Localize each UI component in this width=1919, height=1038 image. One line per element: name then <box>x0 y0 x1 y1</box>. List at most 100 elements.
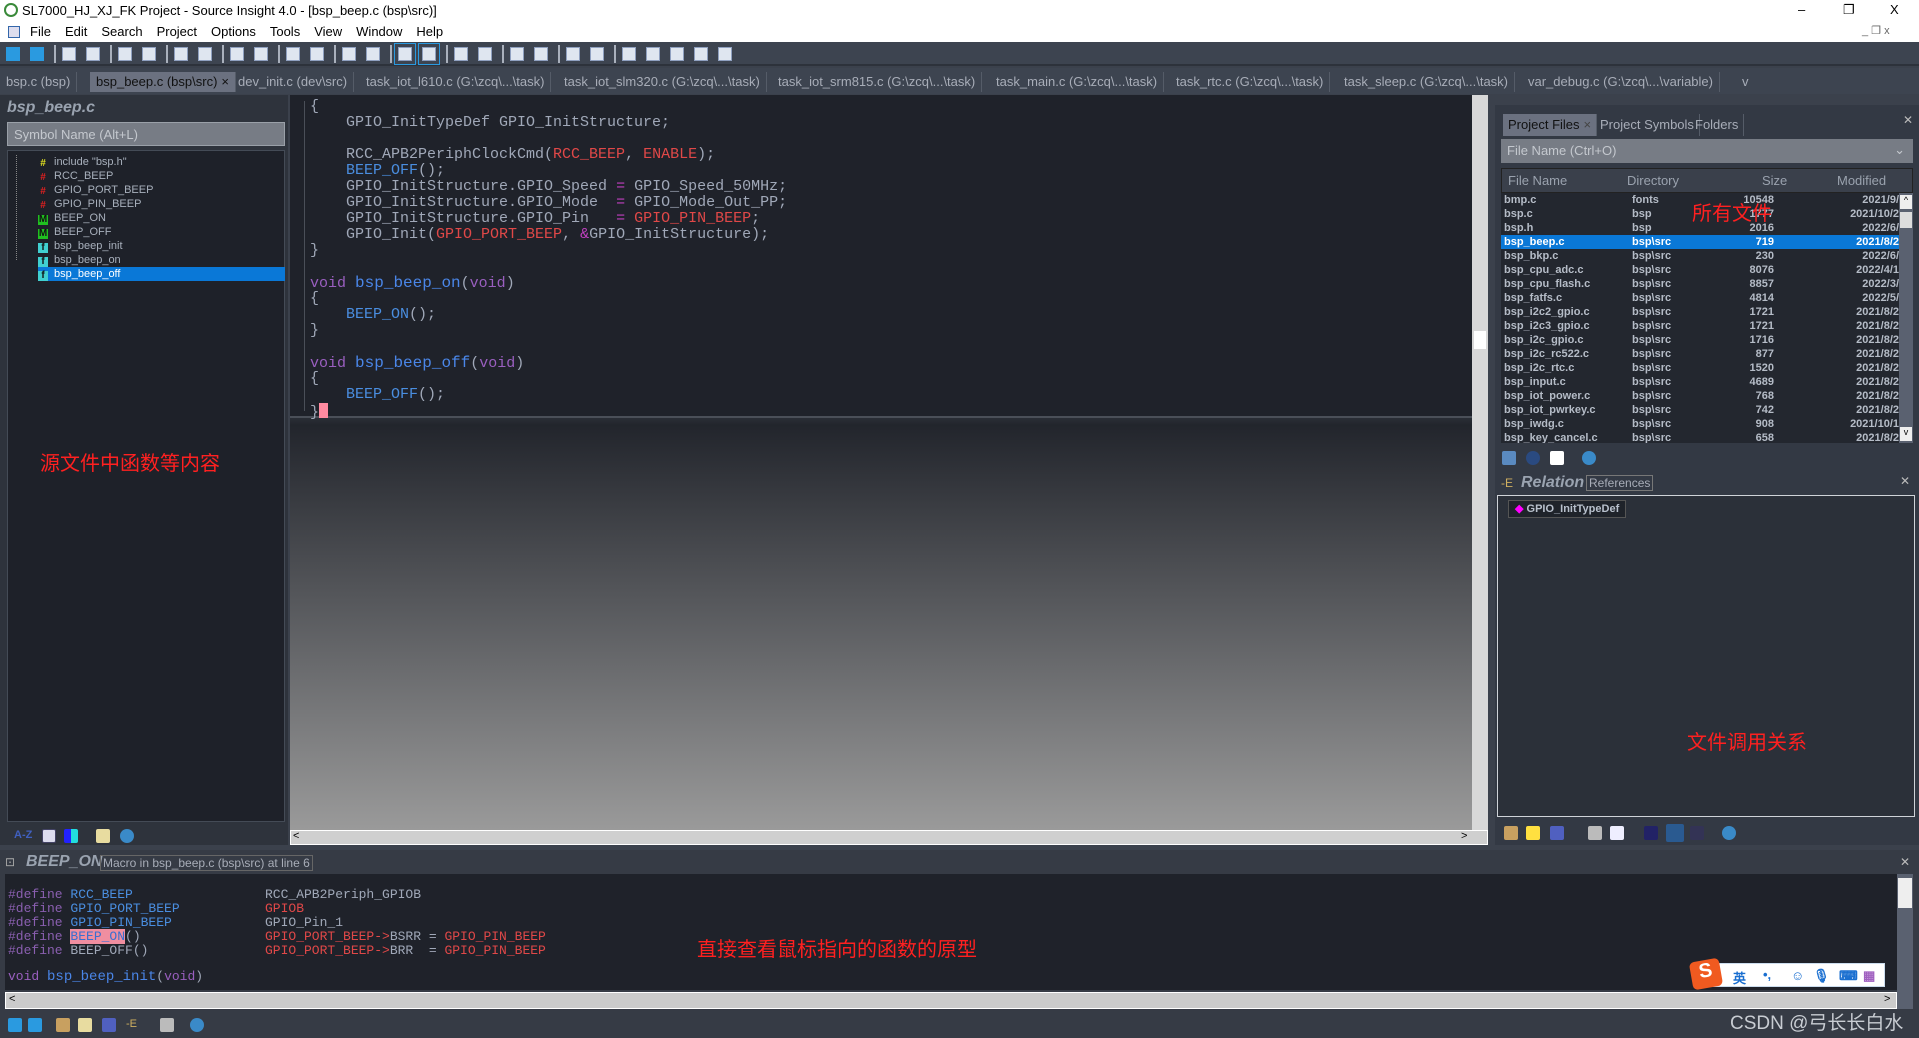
back-icon[interactable] <box>6 47 20 61</box>
bookmark-e-icon[interactable] <box>718 47 732 61</box>
column-header[interactable]: Directory <box>1627 173 1679 188</box>
scroll-right-icon[interactable]: > <box>1461 830 1467 842</box>
refresh-icon[interactable] <box>1610 826 1624 840</box>
context-horizontal-scrollbar[interactable]: < > <box>5 992 1897 1009</box>
ime-toolbar[interactable]: S 英 •, ☺ 🎙 ⌨ ▦ <box>1688 957 1885 991</box>
bookmark-c-icon[interactable] <box>670 47 684 61</box>
gear-icon[interactable] <box>1582 451 1596 465</box>
lock-icon[interactable] <box>1588 826 1602 840</box>
bookmark-a-icon[interactable] <box>622 47 636 61</box>
code-view[interactable]: { GPIO_InitTypeDef GPIO_InitStructure; R… <box>290 95 1472 421</box>
mdi-controls[interactable]: _ ❐ x <box>1862 24 1890 37</box>
column-header[interactable]: Size <box>1762 173 1787 188</box>
window-list-icon[interactable] <box>366 47 380 61</box>
forward-icon[interactable] <box>28 1018 42 1032</box>
file-list[interactable]: bmp.c fonts 10548 2021/9/bsp.c bsp 1777 2021/1… <box>1501 193 1899 443</box>
file-list-icon[interactable] <box>1550 451 1564 465</box>
maximize-button[interactable]: ❐ <box>1843 2 1855 18</box>
jump-icon[interactable] <box>198 47 212 61</box>
forward-icon[interactable] <box>30 47 44 61</box>
apps-grid-icon[interactable]: ▦ <box>1863 968 1875 984</box>
file-row[interactable]: bsp_i2c_rtc.c bsp\src 1520 2021/8/2 <box>1501 361 1899 375</box>
tab-file[interactable]: dev_init.c (dev\src) <box>232 72 355 92</box>
search-icon[interactable] <box>174 47 188 61</box>
menu-edit[interactable]: Edit <box>65 24 87 39</box>
symbol-item[interactable]: # GPIO_PORT_BEEP <box>38 183 153 197</box>
tab-close-icon[interactable]: × <box>1584 117 1592 132</box>
back-icon[interactable] <box>8 1018 22 1032</box>
vertical-graph-icon[interactable] <box>1690 826 1704 840</box>
lock-icon[interactable] <box>160 1018 174 1032</box>
project-icon[interactable] <box>394 43 416 65</box>
symbol-item[interactable]: M BEEP_ON <box>38 211 106 225</box>
symbol-types-icon[interactable] <box>64 829 78 843</box>
context-vertical-scrollbar[interactable] <box>1897 874 1913 1009</box>
close-icon[interactable]: ✕ <box>1903 113 1913 127</box>
cut-icon[interactable] <box>118 47 132 61</box>
hand-icon[interactable] <box>286 47 300 61</box>
symbol-item[interactable]: f bsp_beep_init <box>38 239 123 253</box>
scroll-thumb[interactable] <box>1898 878 1912 908</box>
outline-icon[interactable] <box>1644 826 1658 840</box>
ime-language[interactable]: 英 <box>1733 968 1746 987</box>
lookup-icon[interactable] <box>310 47 324 61</box>
hand-icon[interactable] <box>56 1018 70 1032</box>
file-row[interactable]: bsp_key_cancel.c bsp\src 658 2021/8/2 <box>1501 431 1899 443</box>
editor-vertical-scrollbar[interactable] <box>1472 95 1488 830</box>
context-code-view[interactable]: #define RCC_BEEP RCC_APB2Periph_GPIOB #def… <box>5 874 1897 990</box>
system-menu-icon[interactable] <box>8 26 20 38</box>
keyboard-icon[interactable]: ⌨ <box>1839 968 1858 984</box>
lookup-icon[interactable] <box>1526 826 1540 840</box>
tabs-overflow-icon[interactable]: v <box>1742 74 1749 89</box>
horizontal-graph-icon[interactable] <box>1666 824 1684 842</box>
file-row[interactable]: bsp_i2c2_gpio.c bsp\src 1721 2021/8/2 <box>1501 305 1899 319</box>
close-icon[interactable]: ✕ <box>1900 474 1910 488</box>
file-row[interactable]: bsp_cpu_flash.c bsp\src 8857 2022/3/ <box>1501 277 1899 291</box>
tab-file[interactable]: task_iot_l610.c (G:\zcq\...\task) <box>360 72 552 92</box>
menu-search[interactable]: Search <box>101 24 142 39</box>
menu-project[interactable]: Project <box>157 24 197 39</box>
file-row[interactable]: bsp_iwdg.c bsp\src 908 2021/10/1 <box>1501 417 1899 431</box>
scroll-right-icon[interactable]: > <box>1884 993 1890 1005</box>
file-row[interactable]: bsp_iot_power.c bsp\src 768 2021/8/2 <box>1501 389 1899 403</box>
symbol-item[interactable]: f bsp_beep_on <box>38 253 121 267</box>
symbol-search-input[interactable]: Symbol Name (Alt+L) <box>7 122 285 146</box>
tab-project-symbols[interactable]: Project Symbols <box>1595 114 1700 136</box>
menu-view[interactable]: View <box>314 24 342 39</box>
outdent-icon[interactable] <box>590 47 604 61</box>
file-row[interactable]: bsp_fatfs.c bsp\src 4814 2022/5/ <box>1501 291 1899 305</box>
add-file-icon[interactable] <box>1526 451 1540 465</box>
scroll-left-icon[interactable]: < <box>9 993 15 1005</box>
microphone-icon[interactable]: 🎙 <box>1813 968 1830 984</box>
close-icon[interactable]: ✕ <box>1900 855 1910 869</box>
tab-file[interactable]: task_iot_srm815.c (G:\zcq\...\task) <box>772 72 983 92</box>
gear-icon[interactable] <box>190 1018 204 1032</box>
tab-file[interactable]: task_rtc.c (G:\zcq\...\task) <box>1170 72 1331 92</box>
sort-az-icon[interactable]: A-Z <box>14 829 34 843</box>
tab-folders[interactable]: Folders <box>1690 114 1745 136</box>
symbol-item[interactable]: M BEEP_OFF <box>38 225 111 239</box>
chevron-down-icon[interactable]: ⌄ <box>1894 142 1905 158</box>
scroll-thumb[interactable] <box>1900 212 1912 228</box>
book-icon[interactable] <box>96 829 110 843</box>
menu-help[interactable]: Help <box>416 24 443 39</box>
book-icon[interactable] <box>78 1018 92 1032</box>
tab-file[interactable]: task_iot_slm320.c (G:\zcq\...\task) <box>558 72 767 92</box>
scroll-thumb[interactable] <box>1474 331 1486 349</box>
relation-view[interactable] <box>1497 495 1915 817</box>
menu-tools[interactable]: Tools <box>270 24 300 39</box>
minimize-button[interactable]: – <box>1798 2 1805 17</box>
emoji-icon[interactable]: ☺ <box>1791 968 1804 983</box>
menu-file[interactable]: File <box>30 24 51 39</box>
tab-file[interactable]: task_main.c (G:\zcq\...\task) <box>990 72 1165 92</box>
file-row[interactable]: bsp_beep.c bsp\src 719 2021/8/2 <box>1501 235 1899 249</box>
editor-horizontal-scrollbar[interactable]: < > <box>290 830 1488 845</box>
file-row[interactable]: bsp_i2c3_gpio.c bsp\src 1721 2021/8/2 <box>1501 319 1899 333</box>
diff-right-icon[interactable] <box>254 47 268 61</box>
scroll-up-icon[interactable]: ^ <box>1900 195 1912 209</box>
menu-options[interactable]: Options <box>211 24 256 39</box>
diff-left-icon[interactable] <box>230 47 244 61</box>
tile-icon[interactable] <box>342 47 356 61</box>
sync-left-icon[interactable] <box>454 47 468 61</box>
references-icon[interactable] <box>1550 826 1564 840</box>
